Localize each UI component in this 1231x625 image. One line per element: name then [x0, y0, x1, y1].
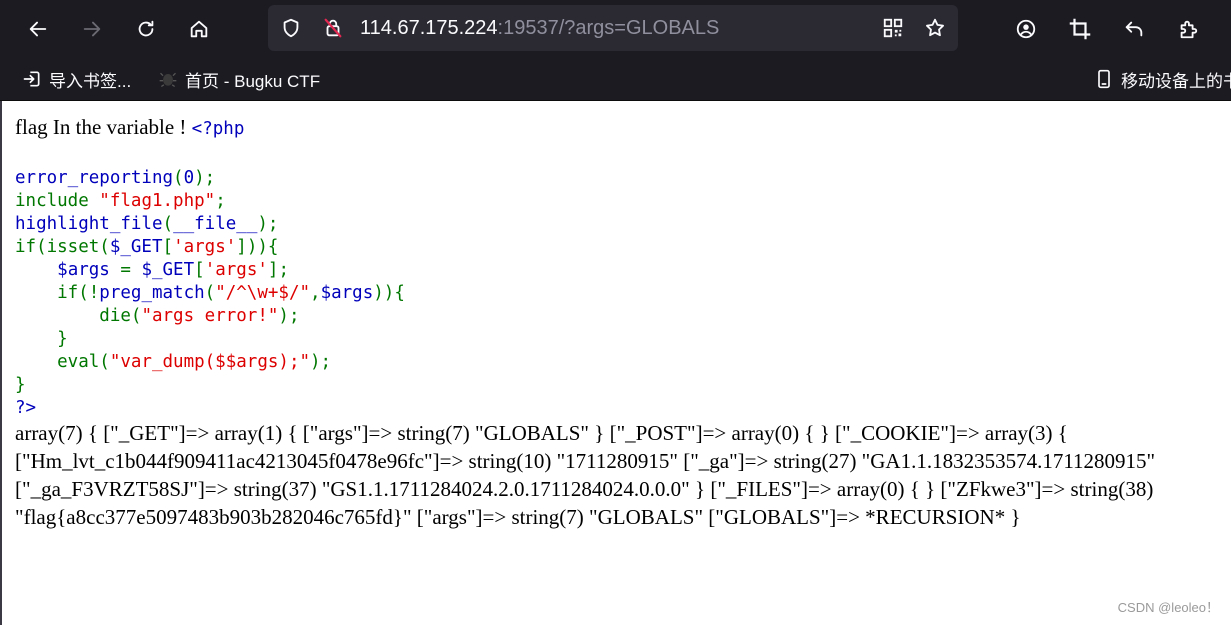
undo-arrow-icon: [1125, 21, 1143, 37]
home-button[interactable]: [181, 11, 217, 47]
php-open-tag: <?php: [191, 119, 245, 139]
puzzle-piece-icon: [1180, 20, 1198, 39]
forward-button[interactable]: [74, 11, 110, 47]
page-content: flag In the variable ! <?php error_repor…: [0, 101, 1231, 625]
bookmarks-toolbar: 导入书签... 首页 - Bugku CTF 移动设备上的书: [0, 58, 1231, 100]
extensions-button[interactable]: [1170, 11, 1206, 47]
account-icon: [1016, 19, 1036, 39]
bookmark-star-icon[interactable]: [924, 17, 946, 39]
insecure-lock-icon[interactable]: [322, 17, 344, 39]
code-line-5: $args = $_GET['args'];: [57, 260, 289, 280]
qr-code-icon[interactable]: [882, 17, 904, 39]
code-line-1: error_reporting(0);: [15, 168, 216, 188]
code-line-10: }: [15, 375, 26, 395]
code-line-8: }: [15, 329, 68, 349]
code-line-9: eval("var_dump($$args);");: [15, 352, 332, 372]
window-left-edge: [0, 101, 2, 625]
reload-button[interactable]: [128, 11, 164, 47]
url-host: 114.67.175.224: [360, 17, 498, 39]
url-path: :19537/?args=GLOBALS: [497, 17, 720, 39]
account-button[interactable]: [1008, 11, 1044, 47]
address-bar[interactable]: 114.67.175.224:19537/?args=GLOBALS: [268, 5, 958, 51]
mobile-device-icon: [1098, 69, 1110, 89]
bookmark-import-label: 导入书签...: [49, 71, 132, 91]
back-arrow-icon: [29, 21, 47, 37]
navigation-toolbar: 114.67.175.224:19537/?args=GLOBALS: [0, 0, 1231, 58]
code-line-3: highlight_file(__file__);: [15, 214, 279, 234]
forward-arrow-icon: [83, 21, 101, 37]
back-button[interactable]: [20, 11, 56, 47]
code-line-4: if(isset($_GET['args'])){: [15, 237, 279, 257]
bookmark-mobile-label: 移动设备上的书: [1121, 71, 1231, 91]
code-line-11: ?>: [15, 398, 37, 418]
tracking-protection-shield-icon[interactable]: [280, 17, 302, 39]
browser-chrome: 114.67.175.224:19537/?args=GLOBALS 导入书签.…: [0, 0, 1231, 101]
undo-button[interactable]: [1116, 11, 1152, 47]
bookmark-bugku-label: 首页 - Bugku CTF: [185, 71, 321, 91]
bugku-favicon-icon: [159, 72, 177, 88]
crop-icon: [1069, 18, 1091, 40]
intro-text: flag In the variable !: [15, 115, 192, 139]
screenshot-crop-button[interactable]: [1062, 11, 1098, 47]
bookmark-import[interactable]: 导入书签...: [22, 67, 131, 91]
var-dump-output: array(7) { ["_GET"]=> array(1) { ["args"…: [15, 421, 1156, 529]
csdn-watermark: CSDN @leoleo！: [1117, 600, 1219, 615]
code-line-6: if(!preg_match("/^\w+$/",$args)){: [15, 283, 405, 303]
bookmark-mobile[interactable]: 移动设备上的书: [1094, 67, 1231, 91]
import-icon: [23, 71, 40, 87]
php-source-code: error_reporting(0); include "flag1.php";…: [15, 144, 405, 420]
reload-icon: [138, 20, 154, 37]
code-line-2: include "flag1.php";: [15, 191, 226, 211]
home-icon: [190, 20, 208, 38]
bookmark-bugku[interactable]: 首页 - Bugku CTF: [158, 67, 320, 91]
code-line-7: die("args error!");: [15, 306, 300, 326]
intro-line: flag In the variable ! <?php: [15, 115, 244, 140]
url-text[interactable]: 114.67.175.224:19537/?args=GLOBALS: [360, 5, 719, 51]
